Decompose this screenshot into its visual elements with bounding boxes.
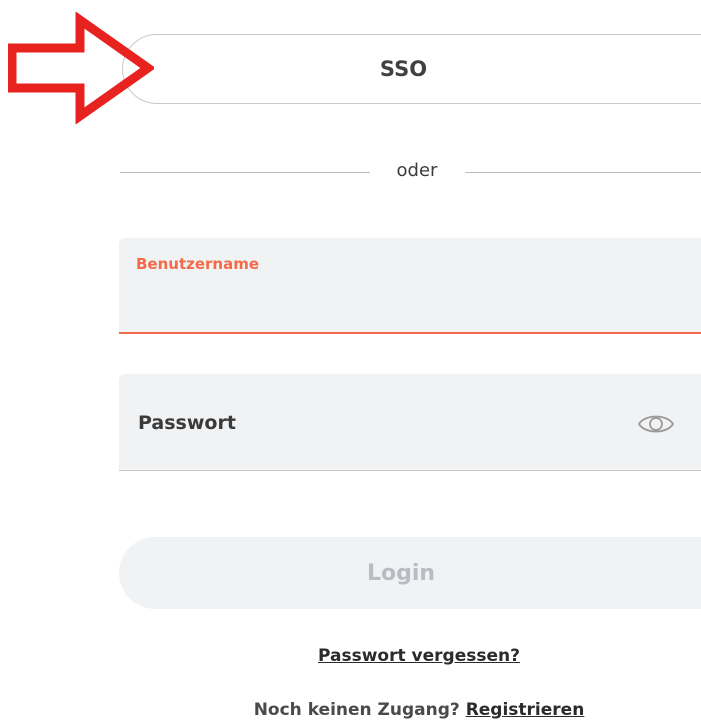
register-link[interactable]: Registrieren <box>466 700 585 720</box>
sso-button-label: SSO <box>379 57 428 81</box>
password-input[interactable] <box>136 402 620 444</box>
username-label: Benutzername <box>136 255 260 273</box>
eye-icon[interactable] <box>637 412 675 436</box>
arrow-right-icon <box>8 12 154 124</box>
username-field[interactable]: Benutzername <box>119 238 701 334</box>
divider-line-right <box>465 172 701 173</box>
divider-text: oder <box>396 160 438 181</box>
sso-button[interactable]: SSO <box>122 34 701 104</box>
login-button-label: Login <box>366 560 436 586</box>
login-page: SSO oder Benutzername Login Passwort ver… <box>0 0 701 727</box>
forgot-password-link[interactable]: Passwort vergessen? <box>0 646 701 666</box>
password-field[interactable] <box>119 374 701 471</box>
register-prompt: Noch keinen Zugang? <box>253 700 466 720</box>
or-divider: oder <box>120 158 701 186</box>
divider-line-left <box>120 172 370 173</box>
login-button[interactable]: Login <box>119 537 701 609</box>
register-row: Noch keinen Zugang? Registrieren <box>0 700 701 720</box>
username-input[interactable] <box>136 282 680 320</box>
